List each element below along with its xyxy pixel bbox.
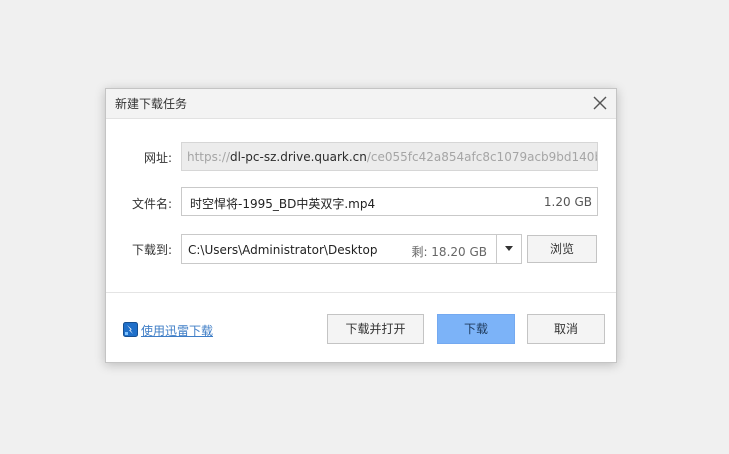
- use-xunlei-label: 使用迅雷下载: [141, 324, 214, 338]
- file-size: 1.20 GB: [543, 195, 592, 209]
- filename-label: 文件名:: [131, 197, 172, 211]
- save-path-value: C:\Users\Administrator\Desktop: [188, 243, 378, 257]
- save-to-label: 下载到:: [131, 243, 172, 257]
- url-field[interactable]: https://dl-pc-sz.drive.quark.cn/ce055fc4…: [181, 142, 598, 171]
- browse-button[interactable]: 浏览: [527, 235, 597, 263]
- new-download-dialog: 新建下载任务 网址: https://dl-pc-sz.drive.quark.…: [105, 88, 617, 363]
- filename-field[interactable]: 时空悍将-1995_BD中英双字.mp4 1.20 GB: [181, 187, 598, 216]
- url-value: https://dl-pc-sz.drive.quark.cn/ce055fc4…: [187, 150, 598, 164]
- url-scheme: https://: [187, 150, 231, 164]
- footer-divider: [106, 292, 616, 293]
- cancel-button[interactable]: 取消: [527, 314, 605, 344]
- dialog-titlebar: 新建下载任务: [106, 89, 616, 119]
- dropdown-arrow-icon: [505, 246, 513, 251]
- dialog-title: 新建下载任务: [115, 97, 188, 111]
- download-and-open-button[interactable]: 下载并打开: [327, 314, 424, 344]
- xunlei-icon: [123, 322, 138, 337]
- close-icon[interactable]: [591, 94, 609, 112]
- url-label: 网址:: [143, 151, 172, 165]
- remaining-space: 剩: 18.20 GB: [411, 245, 487, 259]
- download-button[interactable]: 下载: [437, 314, 515, 344]
- url-domain: dl-pc-sz.drive.quark.cn: [230, 150, 367, 164]
- url-path: /ce055fc42a854afc8c1079acb9bd140b6(: [366, 150, 598, 164]
- filename-value: 时空悍将-1995_BD中英双字.mp4: [190, 197, 376, 211]
- path-dropdown-button[interactable]: [496, 235, 521, 263]
- save-path-field[interactable]: C:\Users\Administrator\Desktop 剩: 18.20 …: [181, 234, 522, 264]
